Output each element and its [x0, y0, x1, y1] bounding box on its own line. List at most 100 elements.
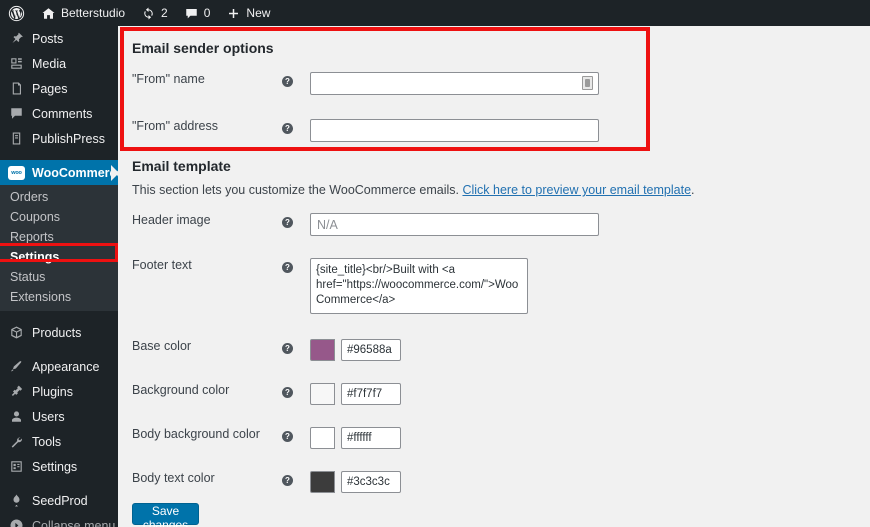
woocommerce-submenu: Orders Coupons Reports Settings Status E… [0, 185, 118, 311]
settings-icon [8, 458, 25, 475]
settings-content-area: Email sender options "From" name ? "From… [118, 26, 870, 527]
submenu-item-label: Orders [10, 190, 49, 204]
row-spacer [132, 361, 599, 383]
comments-menu[interactable]: 0 [176, 0, 219, 26]
form-row-footer-text: Footer text ? [132, 258, 599, 317]
background-color-help-cell: ? [282, 383, 310, 405]
sidebar-item-label: Collapse menu [32, 518, 116, 527]
sidebar-item-products[interactable]: Products [0, 320, 118, 345]
submenu-item-orders[interactable]: Orders [0, 187, 118, 207]
sidebar-item-plugins[interactable]: Plugins [0, 379, 118, 404]
tools-icon [8, 433, 25, 450]
row-spacer [132, 317, 599, 339]
help-icon[interactable]: ? [282, 387, 293, 398]
sidebar-item-label: Tools [32, 434, 62, 449]
plus-icon [229, 8, 239, 18]
help-icon[interactable]: ? [282, 123, 293, 134]
help-icon[interactable]: ? [282, 343, 293, 354]
sidebar-item-label: Users [32, 409, 65, 424]
background-color-input[interactable] [341, 383, 401, 405]
site-name-label: Betterstudio [61, 6, 126, 20]
form-row-from-name: "From" name ? [132, 72, 599, 95]
autofill-icon[interactable] [582, 76, 593, 90]
footer-text-textarea[interactable] [310, 258, 528, 314]
updates-menu[interactable]: 2 [133, 0, 176, 26]
body-text-color-swatch[interactable] [310, 471, 335, 493]
submenu-item-coupons[interactable]: Coupons [0, 207, 118, 227]
base-color-input[interactable] [341, 339, 401, 361]
help-icon[interactable]: ? [282, 76, 293, 87]
background-color-swatch[interactable] [310, 383, 335, 405]
section-title-email-sender: Email sender options [132, 40, 274, 56]
from-address-input[interactable] [310, 119, 599, 142]
sidebar-item-appearance[interactable]: Appearance [0, 354, 118, 379]
woocommerce-icon: woo [8, 164, 25, 181]
color-picker-row [310, 383, 599, 405]
sidebar-item-label: Media [32, 56, 67, 71]
submenu-item-label: Reports [10, 230, 54, 244]
from-name-input[interactable] [310, 72, 599, 95]
sidebar-item-comments[interactable]: Comments [0, 101, 118, 126]
email-template-form: Header image ? Footer text ? [132, 213, 599, 493]
row-spacer [132, 95, 599, 119]
body-background-color-help-cell: ? [282, 427, 310, 449]
help-icon[interactable]: ? [282, 217, 293, 228]
header-image-input[interactable] [310, 213, 599, 236]
submenu-item-status[interactable]: Status [0, 267, 118, 287]
body-text-color-label: Body text color [132, 471, 215, 485]
form-row-background-color: Background color ? [132, 383, 599, 405]
submenu-item-extensions[interactable]: Extensions [0, 287, 118, 307]
footer-text-label: Footer text [132, 258, 192, 272]
color-picker-row [310, 427, 599, 449]
save-changes-button[interactable]: Save changes [132, 503, 199, 527]
home-icon [42, 7, 55, 19]
sidebar-item-users[interactable]: Users [0, 404, 118, 429]
sidebar-item-pages[interactable]: Pages [0, 76, 118, 101]
help-icon[interactable]: ? [282, 475, 293, 486]
sidebar-item-label: SeedProd [32, 493, 88, 508]
sidebar-item-seedprod[interactable]: SeedProd [0, 488, 118, 513]
help-icon[interactable]: ? [282, 431, 293, 442]
email-template-description: This section lets you customize the WooC… [118, 174, 870, 197]
wordpress-logo-menu[interactable] [0, 0, 33, 26]
row-spacer [132, 405, 599, 427]
body-background-color-input[interactable] [341, 427, 401, 449]
body-background-color-swatch[interactable] [310, 427, 335, 449]
sidebar-item-publishpress[interactable]: PublishPress [0, 126, 118, 151]
body-text-color-input[interactable] [341, 471, 401, 493]
new-content-menu[interactable]: New [218, 0, 278, 26]
sidebar-item-media[interactable]: Media [0, 51, 118, 76]
from-name-input-wrap [310, 72, 599, 95]
email-sender-options-section: Email sender options "From" name ? "From… [118, 26, 870, 142]
preview-email-template-link[interactable]: Click here to preview your email templat… [462, 183, 691, 197]
base-color-field-cell [310, 339, 599, 361]
header-image-field-cell [310, 213, 599, 236]
comments-icon [8, 105, 25, 122]
submenu-item-settings[interactable]: Settings [0, 247, 118, 267]
menu-separator [0, 311, 118, 320]
form-row-body-background-color: Body background color ? [132, 427, 599, 449]
background-color-label: Background color [132, 383, 230, 397]
footer-text-field-cell [310, 258, 599, 317]
sidebar-item-label: Posts [32, 31, 64, 46]
row-spacer [132, 236, 599, 258]
sidebar-item-label: Comments [32, 106, 93, 121]
site-name-menu[interactable]: Betterstudio [33, 0, 133, 26]
plugins-icon [8, 383, 25, 400]
sidebar-item-settings[interactable]: Settings [0, 454, 118, 479]
sidebar-item-tools[interactable]: Tools [0, 429, 118, 454]
sidebar-item-posts[interactable]: Posts [0, 26, 118, 51]
collapse-icon [8, 517, 25, 527]
sidebar-item-label: WooCommerce [32, 165, 124, 180]
sidebar-item-woocommerce[interactable]: woo WooCommerce [0, 160, 123, 185]
wordpress-admin-screen: Betterstudio 2 0 New Posts Media Pages C… [0, 0, 870, 527]
sidebar-item-collapse-menu[interactable]: Collapse menu [0, 513, 118, 527]
sidebar-item-label: PublishPress [32, 131, 105, 146]
base-color-swatch[interactable] [310, 339, 335, 361]
help-icon[interactable]: ? [282, 262, 293, 273]
submenu-item-reports[interactable]: Reports [0, 227, 118, 247]
products-icon [8, 324, 25, 341]
from-address-help-cell: ? [282, 119, 310, 142]
admin-bar: Betterstudio 2 0 New [0, 0, 870, 26]
sidebar-item-label: Settings [32, 459, 78, 474]
